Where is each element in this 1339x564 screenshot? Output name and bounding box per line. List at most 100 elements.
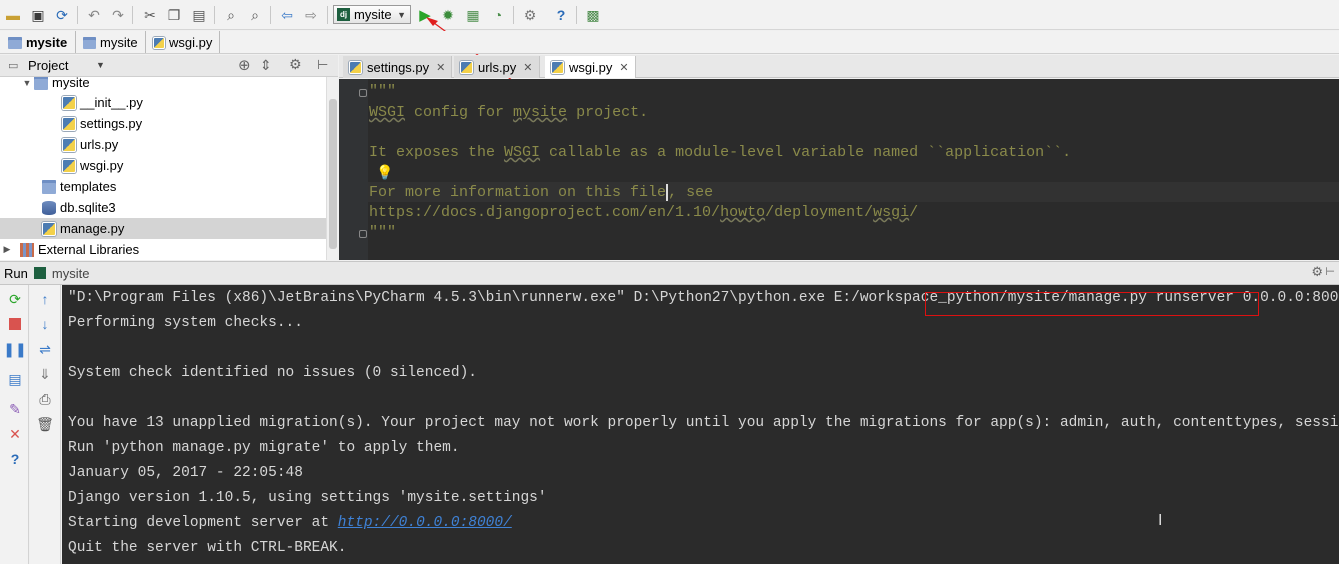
project-tree-scrollbar[interactable]: [326, 77, 338, 260]
breadcrumb-item-file[interactable]: wsgi.py: [153, 34, 212, 51]
close-icon[interactable]: ✕: [6, 425, 24, 443]
tree-item-init[interactable]: __init__.py: [0, 92, 326, 113]
tree-item-label: __init__.py: [80, 95, 143, 110]
tree-item-label: db.sqlite3: [60, 200, 116, 215]
breadcrumb-label: mysite: [100, 35, 138, 50]
close-icon[interactable]: ✕: [619, 61, 628, 74]
console-line-server: Starting development server at http://0.…: [68, 515, 512, 531]
python-file-icon: [62, 137, 76, 152]
run-panel-header: Run mysite ⚙ ⊢: [0, 261, 1339, 285]
tree-item-mysite[interactable]: ▼ mysite: [0, 77, 326, 93]
python-file-icon: [62, 116, 76, 131]
library-icon: [20, 242, 34, 257]
fold-marker-icon[interactable]: [359, 230, 367, 238]
run-panel-title: Run: [4, 265, 28, 281]
console-line: Quit the server with CTRL-BREAK.: [68, 540, 347, 556]
gear-icon[interactable]: ⚙: [289, 56, 302, 73]
scroll-down-icon[interactable]: ↓: [36, 315, 54, 333]
tab-label: wsgi.py: [569, 59, 613, 75]
project-panel-header: ▭ Project ▼ ⊕ ⇕ ⚙ ⊢: [0, 55, 338, 77]
soft-wrap-icon[interactable]: ⇌: [36, 340, 54, 358]
code-line-6: """: [369, 224, 397, 241]
restore-layout-icon[interactable]: ▤: [6, 370, 24, 388]
breadcrumb-label: wsgi.py: [169, 35, 213, 50]
python-file-icon: [460, 60, 473, 74]
tree-item-label: settings.py: [80, 116, 143, 131]
pause-icon[interactable]: ❚❚: [3, 340, 26, 358]
tab-settings[interactable]: settings.py ✕: [343, 56, 453, 78]
scroll-from-source-icon[interactable]: ⊕: [238, 56, 251, 74]
code-editor[interactable]: 💡 """ WSGI config for mysite project. It…: [339, 79, 1339, 260]
highlight-box: [925, 292, 1259, 316]
lightbulb-icon[interactable]: 💡: [376, 164, 393, 181]
console-line: Run 'python manage.py migrate' to apply …: [68, 440, 460, 456]
hide-panel-icon[interactable]: ⊢: [1325, 265, 1335, 278]
breadcrumb-label: mysite: [26, 35, 68, 50]
tree-item-label: urls.py: [80, 137, 119, 152]
run-panel-config[interactable]: mysite: [52, 266, 90, 281]
tree-item-external-libraries[interactable]: ▶ External Libraries: [0, 239, 326, 260]
python-file-icon: [62, 95, 76, 110]
console-line: You have 13 unapplied migration(s). Your…: [68, 415, 1339, 431]
server-link[interactable]: http://0.0.0.0:8000/: [338, 515, 512, 531]
database-icon: [42, 200, 56, 215]
tree-item-urls[interactable]: urls.py: [0, 134, 326, 155]
folder-icon: [42, 179, 56, 194]
breadcrumb-item-project[interactable]: mysite: [8, 34, 67, 51]
tree-item-db[interactable]: db.sqlite3: [0, 197, 326, 218]
project-view-selector[interactable]: Project: [28, 58, 68, 73]
print-icon[interactable]: ⎙: [36, 390, 54, 408]
clear-all-icon[interactable]: 🗑: [36, 415, 54, 433]
python-file-icon: [551, 60, 564, 74]
console-line: January 05, 2017 - 22:05:48: [68, 465, 303, 481]
django-icon: [33, 267, 46, 279]
console-line: Django version 1.10.5, using settings 'm…: [68, 490, 547, 506]
python-file-icon: [42, 221, 56, 236]
code-line-4: For more information on this file, see: [369, 184, 714, 201]
tab-urls[interactable]: urls.py ✕: [454, 56, 540, 78]
console-line: Performing system checks...: [68, 315, 303, 331]
tree-item-manage[interactable]: manage.py: [0, 218, 326, 239]
close-icon[interactable]: ✕: [436, 61, 445, 74]
console-line: System check identified no issues (0 sil…: [68, 365, 477, 381]
tree-item-label: manage.py: [60, 221, 125, 236]
code-line-3: It exposes the WSGI callable as a module…: [369, 144, 1072, 161]
run-toolbar-secondary: ↑ ↓ ⇌ ⇓ ⎙ 🗑: [30, 285, 61, 564]
gear-icon[interactable]: ⚙: [1311, 264, 1323, 280]
breadcrumb-item-package[interactable]: mysite: [83, 34, 138, 51]
tab-wsgi[interactable]: wsgi.py ✕: [545, 56, 636, 78]
editor-tab-bar: settings.py ✕ urls.py ✕ wsgi.py ✕: [339, 55, 1339, 78]
tree-item-label: External Libraries: [38, 242, 140, 257]
folder-icon: [8, 36, 22, 49]
breadcrumb: mysite mysite wsgi.py: [0, 31, 1339, 54]
code-line-1: """: [369, 83, 397, 100]
scroll-to-end-icon[interactable]: ⇓: [36, 365, 54, 383]
console-text: Starting development server at: [68, 515, 338, 531]
python-file-icon: [153, 36, 165, 49]
tree-item-settings[interactable]: settings.py: [0, 113, 326, 134]
chevron-down-icon[interactable]: ▼: [96, 60, 105, 70]
run-console[interactable]: "D:\Program Files (x86)\JetBrains\PyChar…: [62, 285, 1339, 564]
tree-item-label: mysite: [52, 77, 90, 90]
expand-arrow-icon[interactable]: ▶: [0, 244, 14, 255]
close-icon[interactable]: ✕: [523, 61, 532, 74]
scroll-up-icon[interactable]: ↑: [36, 290, 54, 308]
rerun-icon[interactable]: ⟳: [6, 290, 24, 308]
tab-label: settings.py: [367, 59, 430, 75]
hide-panel-icon[interactable]: ⊢: [317, 57, 328, 73]
tree-item-label: templates: [60, 179, 117, 194]
stop-icon[interactable]: [6, 315, 24, 333]
run-toolbar-primary: ⟳ ❚❚ ▤ ✎ ✕ ?: [0, 285, 29, 564]
collapse-all-icon[interactable]: ⇕: [260, 57, 272, 74]
tab-label: urls.py: [478, 59, 517, 75]
project-view-icon: ▭: [8, 60, 19, 72]
help-icon[interactable]: ?: [6, 450, 24, 468]
code-line-5: https://docs.djangoproject.com/en/1.10/h…: [369, 204, 919, 221]
tree-item-templates[interactable]: templates: [0, 176, 326, 197]
fold-marker-icon[interactable]: [359, 89, 367, 97]
tree-item-wsgi[interactable]: wsgi.py: [0, 155, 326, 176]
expand-arrow-icon[interactable]: ▼: [20, 78, 34, 88]
pin-icon[interactable]: ✎: [6, 400, 24, 418]
python-file-icon: [349, 60, 362, 74]
code-line-2: WSGI config for mysite project.: [369, 104, 649, 121]
